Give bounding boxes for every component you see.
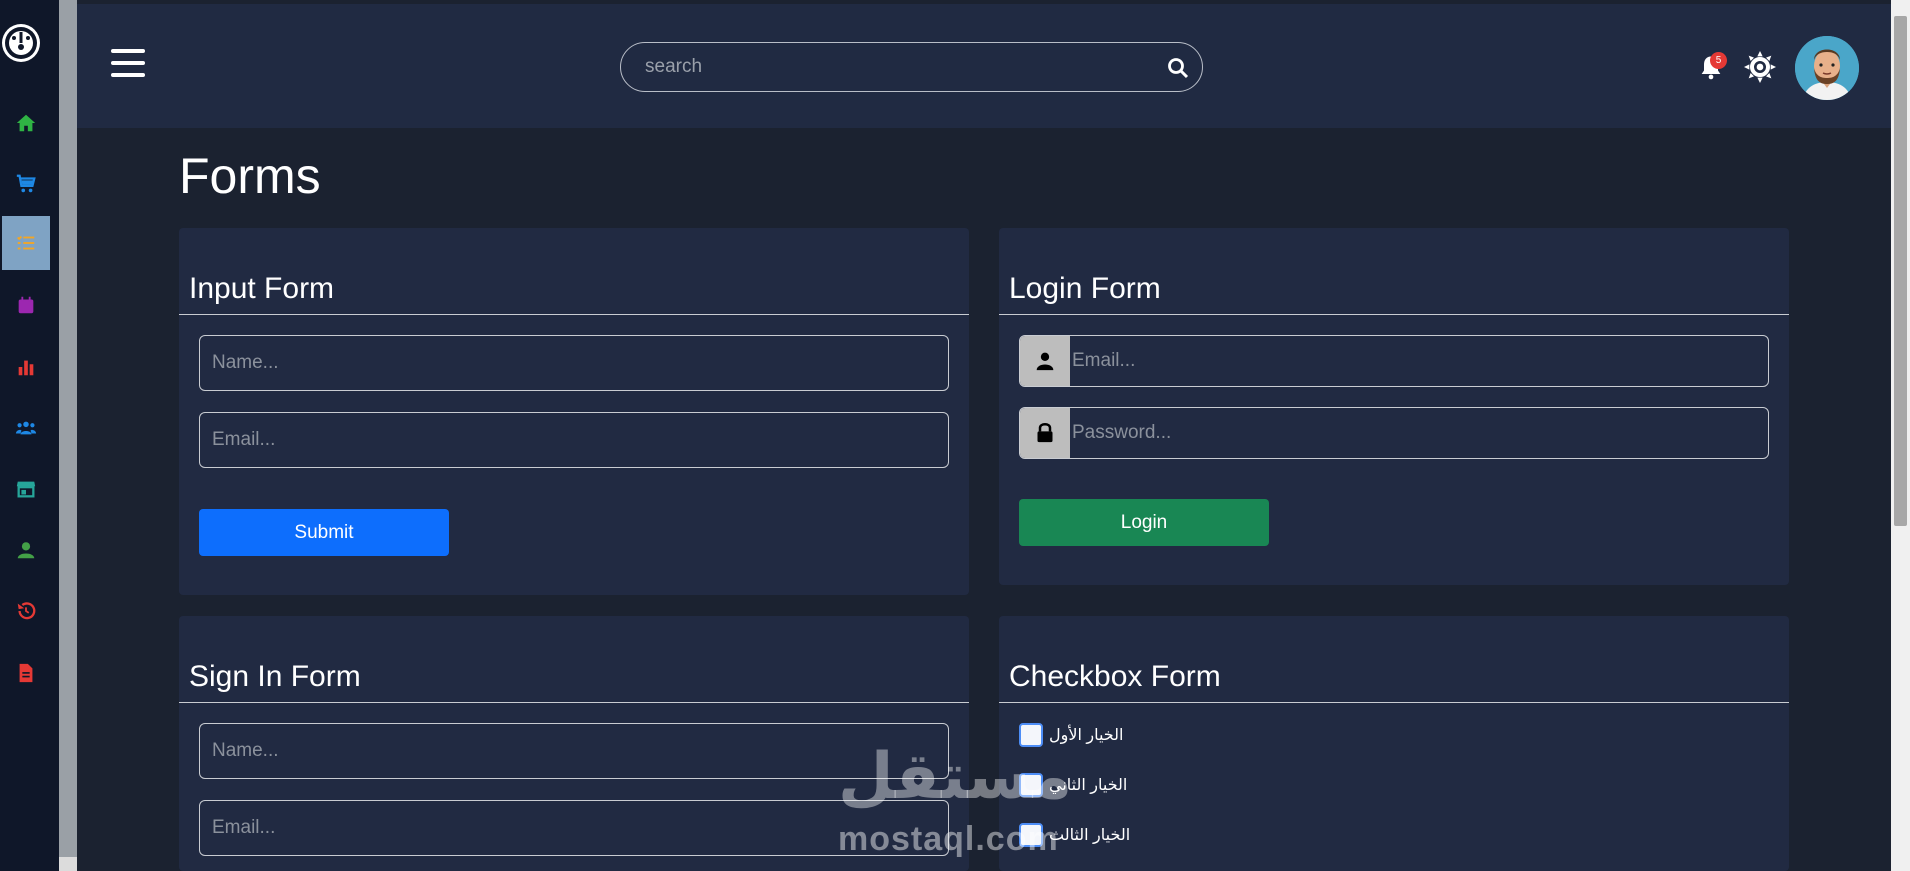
sidebar-item-reports[interactable] [2, 646, 50, 700]
input-form-name-field[interactable] [199, 335, 949, 391]
checkbox-option-1[interactable]: الخيار الأول [1019, 723, 1123, 747]
submit-button[interactable]: Submit [199, 509, 449, 556]
dashboard-logo-icon[interactable] [2, 24, 40, 62]
login-email-group [1019, 335, 1769, 387]
lock-icon [1020, 408, 1070, 458]
search-input[interactable] [621, 43, 1202, 91]
history-icon [17, 602, 36, 620]
checkbox-form-card: Checkbox Form الخيار الأول الخيار الثاني… [999, 616, 1789, 871]
login-form-card: Login Form Login [999, 228, 1789, 585]
checkbox-label: الخيار الثالث [1049, 827, 1131, 844]
input-form-email-field[interactable] [199, 412, 949, 468]
sidebar-item-store[interactable] [2, 462, 50, 516]
signin-form-card: Sign In Form [179, 616, 969, 871]
users-icon [15, 421, 37, 435]
list-icon [17, 235, 35, 250]
menu-toggle-icon[interactable] [111, 49, 145, 77]
sidebar-item-cart[interactable] [2, 157, 50, 211]
checkbox-form-title: Checkbox Form [1009, 660, 1221, 693]
sidebar-item-profile[interactable] [2, 523, 50, 577]
sidebar-item-analytics[interactable] [2, 340, 50, 394]
checkbox-label: الخيار الثاني [1049, 777, 1128, 794]
signin-form-title: Sign In Form [189, 660, 361, 693]
sidebar-resize-handle[interactable] [59, 0, 77, 871]
user-icon [1020, 336, 1070, 386]
card-divider [999, 314, 1789, 315]
sidebar-item-calendar[interactable] [2, 278, 50, 332]
card-divider [179, 702, 969, 703]
page-scrollbar[interactable] [1891, 0, 1910, 871]
login-password-group [1019, 407, 1769, 459]
checkbox[interactable] [1019, 773, 1043, 797]
login-form-title: Login Form [1009, 272, 1161, 305]
checkbox-option-3[interactable]: الخيار الثالث [1019, 823, 1130, 847]
sidebar-item-list[interactable] [2, 216, 50, 270]
input-form-title: Input Form [189, 272, 335, 305]
sidebar-item-history[interactable] [2, 584, 50, 638]
signin-name-field[interactable] [199, 723, 949, 779]
cart-icon [16, 174, 36, 193]
checkbox-label: الخيار الأول [1049, 727, 1124, 744]
checkbox-option-2[interactable]: الخيار الثاني [1019, 773, 1127, 797]
search-box[interactable] [620, 42, 1203, 92]
calendar-icon [18, 296, 34, 314]
store-icon [16, 481, 36, 498]
login-button[interactable]: Login [1019, 499, 1269, 546]
search-icon[interactable] [1166, 56, 1190, 80]
user-avatar[interactable] [1795, 36, 1859, 100]
card-divider [999, 702, 1789, 703]
sidebar-resize-knob[interactable] [59, 857, 77, 871]
sidebar [0, 0, 59, 871]
theme-toggle-sun-icon[interactable] [1744, 51, 1776, 83]
page-title: Forms [179, 148, 321, 204]
user-icon [17, 542, 35, 559]
home-icon [16, 114, 36, 132]
signin-email-field[interactable] [199, 800, 949, 856]
sidebar-item-users[interactable] [2, 401, 50, 455]
sidebar-item-home[interactable] [2, 96, 50, 150]
checkbox[interactable] [1019, 723, 1043, 747]
top-header: 5 [77, 4, 1891, 128]
file-icon [19, 663, 33, 683]
checkbox[interactable] [1019, 823, 1043, 847]
bar-chart-icon [18, 360, 34, 376]
input-form-card: Input Form Submit [179, 228, 969, 595]
login-password-field[interactable] [1070, 408, 1768, 458]
scrollbar-thumb[interactable] [1894, 16, 1907, 526]
notification-badge: 5 [1710, 52, 1727, 69]
login-email-field[interactable] [1070, 336, 1768, 386]
card-divider [179, 314, 969, 315]
